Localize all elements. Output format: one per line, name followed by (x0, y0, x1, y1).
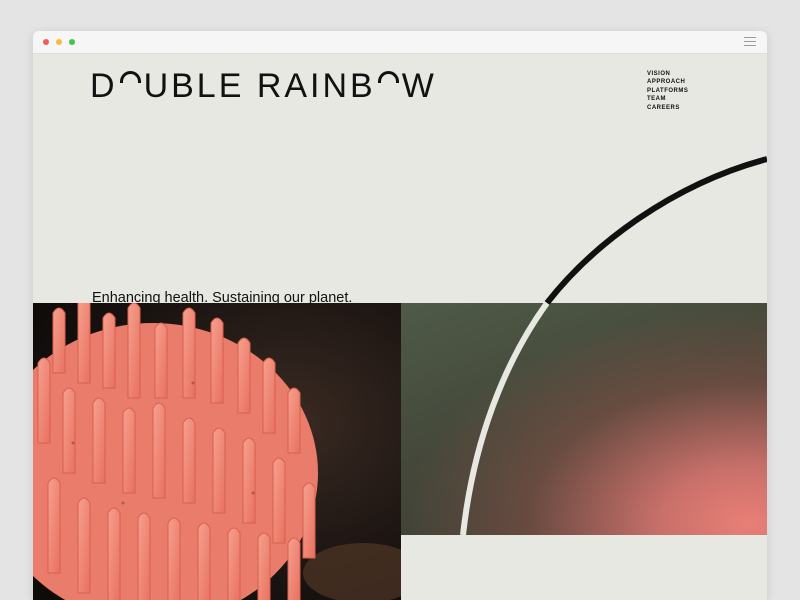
browser-titlebar (33, 31, 767, 54)
hamburger-menu-icon[interactable] (744, 37, 756, 47)
logo-text-end: W (401, 67, 437, 105)
page-content: D UBLE RAINB W VISION APPROACH PLATFORMS T… (33, 54, 767, 600)
nav-item-platforms[interactable]: PLATFORMS (647, 87, 688, 95)
site-logo[interactable]: D UBLE RAINB W (90, 66, 437, 106)
nav-item-careers[interactable]: CAREERS (647, 104, 688, 112)
minimize-window-button[interactable] (56, 39, 62, 45)
nav-item-vision[interactable]: VISION (647, 70, 688, 78)
lower-right-panel (401, 535, 767, 600)
logo-arc-o-icon (376, 71, 402, 97)
gradient-image (401, 303, 767, 535)
nav-item-approach[interactable]: APPROACH (647, 78, 688, 86)
logo-arc-o-icon (118, 71, 144, 97)
nav-item-team[interactable]: TEAM (647, 95, 688, 103)
logo-text-start: D (90, 67, 118, 105)
coral-fungus-image (33, 303, 401, 600)
browser-window: D UBLE RAINB W VISION APPROACH PLATFORMS T… (33, 31, 767, 600)
main-nav: VISION APPROACH PLATFORMS TEAM CAREERS (647, 70, 688, 112)
close-window-button[interactable] (43, 39, 49, 45)
logo-text-middle: UBLE RAINB (143, 67, 376, 105)
maximize-window-button[interactable] (69, 39, 75, 45)
